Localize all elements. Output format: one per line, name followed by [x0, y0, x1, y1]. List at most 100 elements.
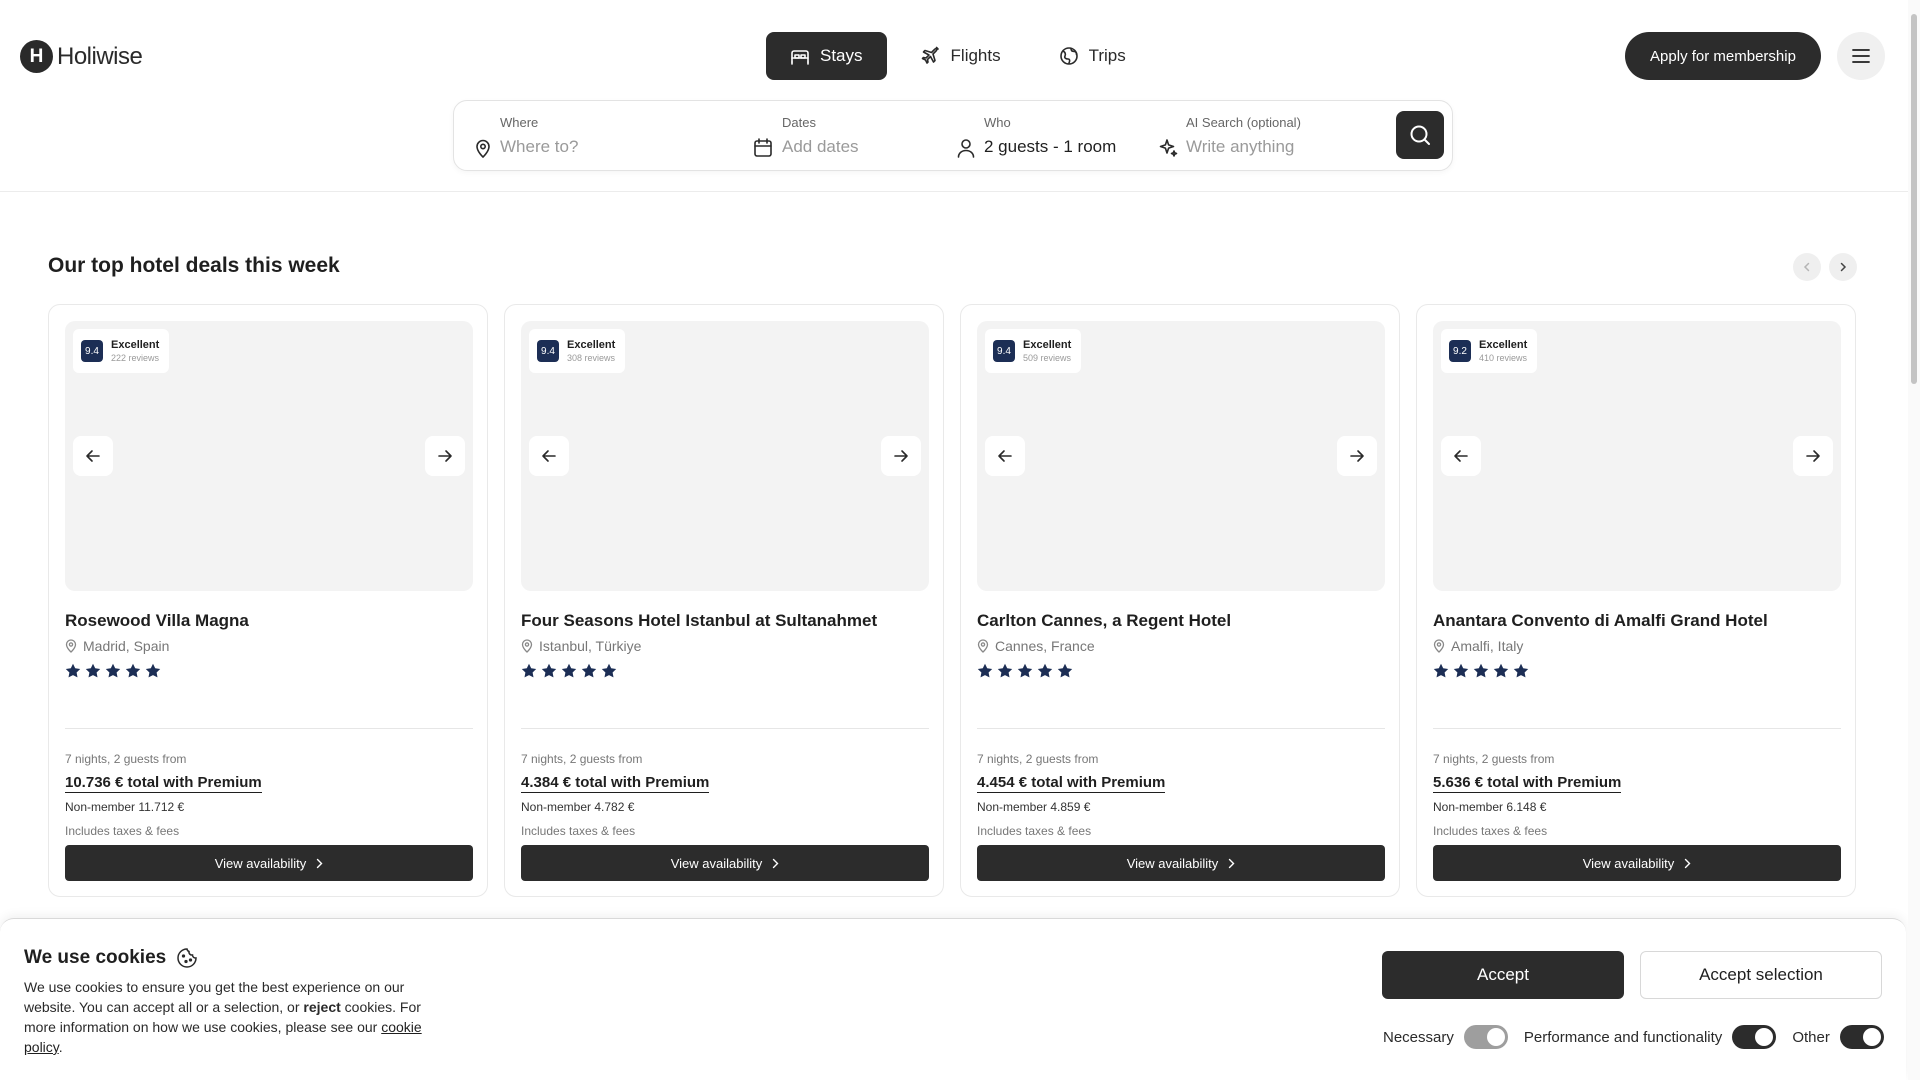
dates-label: Dates: [782, 115, 816, 130]
hotel-image[interactable]: 9.2 Excellent 410 reviews: [1433, 321, 1841, 591]
other-toggle[interactable]: [1839, 1025, 1884, 1049]
rating-score: 9.4: [537, 340, 559, 362]
where-field[interactable]: Where Where to?: [474, 101, 724, 172]
image-next-button[interactable]: [425, 436, 465, 476]
image-prev-button[interactable]: [985, 436, 1025, 476]
tab-flights-label: Flights: [950, 46, 1001, 65]
dates-input[interactable]: Add dates: [782, 137, 859, 157]
rating-word: Excellent: [567, 339, 616, 351]
image-prev-button[interactable]: [73, 436, 113, 476]
star-icon: [125, 663, 141, 679]
who-value[interactable]: 2 guests - 1 room: [984, 137, 1116, 157]
cookie-title: We use cookies: [24, 947, 198, 969]
view-availability-button[interactable]: View availability: [977, 845, 1385, 881]
dates-field[interactable]: Dates Add dates: [754, 101, 934, 172]
logo-mark: H: [20, 40, 53, 73]
star-rating: [521, 663, 617, 679]
star-rating: [1433, 663, 1529, 679]
image-next-button[interactable]: [1793, 436, 1833, 476]
star-icon: [145, 663, 161, 679]
main-nav: Stays Flights Trips: [766, 32, 1150, 80]
who-field[interactable]: Who 2 guests - 1 room: [957, 101, 1127, 172]
premium-total-price[interactable]: 5.636 € total with Premium: [1433, 774, 1622, 793]
menu-button[interactable]: [1837, 32, 1885, 80]
hotel-image[interactable]: 9.4 Excellent 222 reviews: [65, 321, 473, 591]
hotel-name[interactable]: Anantara Convento di Amalfi Grand Hotel: [1433, 611, 1768, 631]
ai-search-field[interactable]: AI Search (optional) Write anything: [1158, 101, 1378, 172]
hotel-name[interactable]: Four Seasons Hotel Istanbul at Sultanahm…: [521, 611, 877, 631]
premium-total-price[interactable]: 4.384 € total with Premium: [521, 774, 710, 793]
view-availability-label: View availability: [670, 855, 763, 871]
where-input[interactable]: Where to?: [500, 137, 578, 157]
performance-toggle[interactable]: [1732, 1025, 1777, 1049]
premium-total-price[interactable]: 10.736 € total with Premium: [65, 774, 262, 793]
arrow-left-icon: [541, 449, 557, 463]
user-icon: [957, 138, 975, 158]
section-title: Our top hotel deals this week: [48, 254, 340, 277]
hotel-card[interactable]: 9.4 Excellent 308 reviews Four Seasons H…: [504, 304, 944, 897]
arrow-left-icon: [85, 449, 101, 463]
accept-button[interactable]: Accept: [1382, 951, 1624, 999]
view-availability-label: View availability: [1126, 855, 1219, 871]
hotel-card[interactable]: 9.4 Excellent 222 reviews Rosewood Villa…: [48, 304, 488, 897]
carousel-next-button[interactable]: [1829, 253, 1857, 281]
rating-badge: 9.4 Excellent 509 reviews: [985, 329, 1082, 373]
hotel-card[interactable]: 9.2 Excellent 410 reviews Anantara Conve…: [1416, 304, 1856, 897]
toggle-label: Other: [1792, 1028, 1830, 1046]
logo[interactable]: H Holiwise: [20, 40, 143, 73]
carousel-prev-button[interactable]: [1793, 253, 1821, 281]
nights-guests: 7 nights, 2 guests from: [521, 752, 643, 766]
chevron-right-icon: [1228, 858, 1235, 869]
location-pin-icon: [474, 138, 492, 158]
image-next-button[interactable]: [1337, 436, 1377, 476]
toggle-performance: Performance and functionality: [1523, 1025, 1777, 1049]
reject-link[interactable]: reject: [303, 999, 340, 1015]
apply-membership-button[interactable]: Apply for membership: [1625, 32, 1821, 80]
ai-search-input[interactable]: Write anything: [1186, 137, 1294, 157]
hotel-location-text: Amalfi, Italy: [1451, 638, 1524, 654]
rating-badge: 9.4 Excellent 308 reviews: [529, 329, 626, 373]
ai-search-label: AI Search (optional): [1186, 115, 1301, 130]
chevron-right-icon: [772, 858, 779, 869]
hotel-name[interactable]: Rosewood Villa Magna: [65, 611, 249, 631]
accept-selection-button[interactable]: Accept selection: [1640, 951, 1882, 999]
non-member-price: Non-member 4.782 €: [521, 800, 635, 814]
cookie-banner: We use cookies We use cookies to ensure …: [0, 918, 1906, 1080]
tab-stays[interactable]: Stays: [766, 32, 887, 80]
hotel-name[interactable]: Carlton Cannes, a Regent Hotel: [977, 611, 1231, 631]
hotel-location: Istanbul, Türkiye: [521, 638, 641, 654]
rating-score: 9.2: [1449, 340, 1471, 362]
taxes-note: Includes taxes & fees: [65, 824, 180, 838]
hotel-cards: 9.4 Excellent 222 reviews Rosewood Villa…: [48, 304, 1858, 897]
plane-icon: [921, 46, 941, 66]
search-button[interactable]: [1396, 111, 1444, 159]
hotel-image[interactable]: 9.4 Excellent 308 reviews: [521, 321, 929, 591]
image-prev-button[interactable]: [1441, 436, 1481, 476]
arrow-right-icon: [1349, 449, 1365, 463]
tab-trips[interactable]: Trips: [1035, 32, 1150, 80]
bed-icon: [790, 47, 810, 65]
image-prev-button[interactable]: [529, 436, 569, 476]
arrow-right-icon: [893, 449, 909, 463]
rating-word: Excellent: [111, 339, 160, 351]
image-next-button[interactable]: [881, 436, 921, 476]
star-icon: [1057, 663, 1073, 679]
scrollbar-thumb[interactable]: [1911, 14, 1917, 384]
toggle-label: Performance and functionality: [1523, 1028, 1723, 1046]
view-availability-button[interactable]: View availability: [1433, 845, 1841, 881]
star-icon: [1513, 663, 1529, 679]
view-availability-button[interactable]: View availability: [65, 845, 473, 881]
premium-total-price[interactable]: 4.454 € total with Premium: [977, 774, 1166, 793]
tab-stays-label: Stays: [820, 46, 863, 65]
hotel-location: Cannes, France: [977, 638, 1095, 654]
star-icon: [541, 663, 557, 679]
taxes-note: Includes taxes & fees: [1433, 824, 1548, 838]
review-count: 222 reviews: [111, 353, 160, 363]
tab-flights[interactable]: Flights: [897, 32, 1025, 80]
page-scrollbar[interactable]: [1908, 0, 1920, 1080]
hotel-card[interactable]: 9.4 Excellent 509 reviews Carlton Cannes…: [960, 304, 1400, 897]
view-availability-button[interactable]: View availability: [521, 845, 929, 881]
hotel-image[interactable]: 9.4 Excellent 509 reviews: [977, 321, 1385, 591]
cookie-text-part: .: [58, 1039, 63, 1055]
necessary-toggle: [1463, 1025, 1508, 1049]
